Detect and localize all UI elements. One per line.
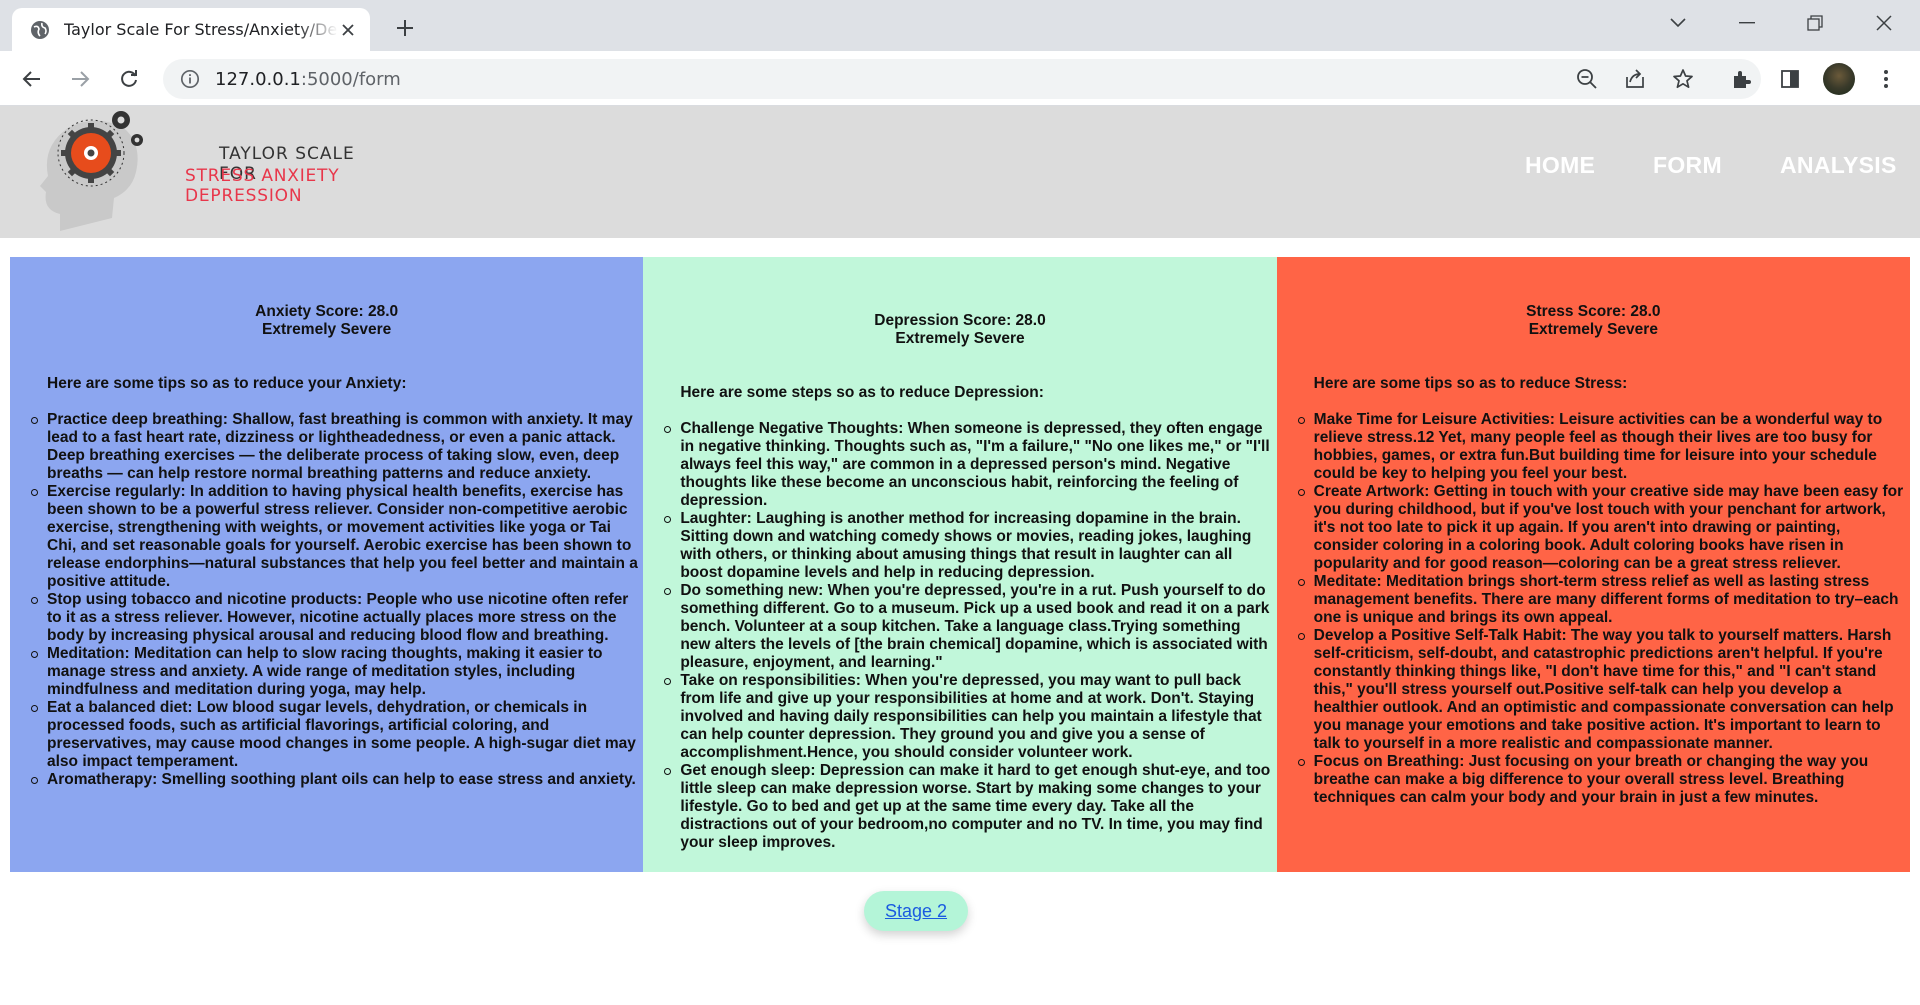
list-item: Stop using tobacco and nicotine products…	[30, 591, 641, 645]
list-item: Exercise regularly: In addition to havin…	[30, 483, 641, 591]
list-item: Aromatherapy: Smelling soothing plant oi…	[30, 771, 641, 789]
score-panels: Anxiety Score: 28.0 Extremely Severe Her…	[10, 257, 1910, 872]
list-item: Make Time for Leisure Activities: Leisur…	[1297, 411, 1908, 483]
stress-severity: Extremely Severe	[1528, 321, 1658, 338]
close-tab-icon[interactable]	[338, 20, 358, 40]
menu-kebab-icon[interactable]	[1870, 63, 1902, 95]
head-gears-logo-icon	[40, 111, 143, 231]
forward-icon[interactable]	[64, 63, 96, 95]
list-item: Create Artwork: Getting in touch with yo…	[1297, 483, 1908, 573]
url-host: 127.0.0.1	[215, 68, 301, 90]
depression-tips-heading: Here are some steps so as to reduce Depr…	[680, 384, 1044, 401]
minimize-icon[interactable]	[1723, 0, 1771, 45]
stress-score: Stress Score: 28.0 Extremely Severe	[1277, 303, 1910, 339]
list-item: Get enough sleep: Depression can make it…	[664, 762, 1274, 852]
anxiety-tips-heading: Here are some tips so as to reduce your …	[47, 375, 407, 392]
site-info-icon[interactable]	[179, 68, 201, 90]
share-icon[interactable]	[1619, 63, 1651, 95]
tab-search-icon[interactable]	[1654, 0, 1702, 45]
anxiety-score: Anxiety Score: 28.0 Extremely Severe	[10, 303, 643, 339]
reload-icon[interactable]	[113, 63, 145, 95]
list-item: Focus on Breathing: Just focusing on you…	[1297, 753, 1908, 807]
nav-form[interactable]: FORM	[1653, 152, 1722, 179]
list-item: Take on responsibilities: When you're de…	[664, 672, 1274, 762]
nav-home[interactable]: HOME	[1525, 152, 1595, 179]
nav-analysis[interactable]: ANALYSIS	[1780, 152, 1897, 179]
anxiety-severity: Extremely Severe	[262, 321, 392, 338]
depression-panel: Depression Score: 28.0 Extremely Severe …	[643, 257, 1277, 872]
tab-title: Taylor Scale For Stress/Anxiety/Depressi…	[64, 20, 338, 39]
stage-2-link[interactable]: Stage 2	[885, 901, 947, 922]
stress-tips-heading: Here are some tips so as to reduce Stres…	[1313, 375, 1628, 392]
stress-tips-list: Make Time for Leisure Activities: Leisur…	[1277, 411, 1910, 807]
list-item: Do something new: When you're depressed,…	[664, 582, 1274, 672]
profile-avatar[interactable]	[1823, 63, 1855, 95]
browser-tab[interactable]: Taylor Scale For Stress/Anxiety/Depressi…	[12, 8, 370, 51]
anxiety-score-value: Anxiety Score: 28.0	[255, 303, 399, 320]
url-path: :5000/form	[300, 68, 401, 90]
list-item: Develop a Positive Self-Talk Habit: The …	[1297, 627, 1908, 753]
depression-score-value: Depression Score: 28.0	[874, 312, 1046, 329]
browser-toolbar: 127.0.0.1:5000/form	[0, 51, 1920, 106]
new-tab-icon[interactable]	[390, 13, 420, 43]
list-item: Meditation: Meditation can help to slow …	[30, 645, 641, 699]
list-item: Challenge Negative Thoughts: When someon…	[664, 420, 1274, 510]
restore-icon[interactable]	[1791, 0, 1839, 45]
depression-severity: Extremely Severe	[895, 330, 1025, 347]
browser-tabstrip: Taylor Scale For Stress/Anxiety/Depressi…	[0, 0, 1920, 51]
bookmark-star-icon[interactable]	[1667, 63, 1699, 95]
logo-title-line2: STRESS ANXIETY DEPRESSION	[185, 166, 340, 206]
stress-score-value: Stress Score: 28.0	[1526, 303, 1661, 320]
list-item: Practice deep breathing: Shallow, fast b…	[30, 411, 641, 483]
side-panel-icon[interactable]	[1774, 63, 1806, 95]
back-icon[interactable]	[16, 63, 48, 95]
list-item: Meditate: Meditation brings short-term s…	[1297, 573, 1908, 627]
extensions-icon[interactable]	[1726, 63, 1758, 95]
list-item: Eat a balanced diet: Low blood sugar lev…	[30, 699, 641, 771]
address-bar[interactable]: 127.0.0.1:5000/form	[163, 59, 1761, 99]
site-logo[interactable]: TAYLOR SCALE FOR STRESS ANXIETY DEPRESSI…	[38, 106, 398, 236]
depression-score: Depression Score: 28.0 Extremely Severe	[643, 312, 1276, 348]
anxiety-panel: Anxiety Score: 28.0 Extremely Severe Her…	[10, 257, 644, 872]
stage-2-button[interactable]: Stage 2	[864, 891, 968, 931]
list-item: Laughter: Laughing is another method for…	[664, 510, 1274, 582]
close-window-icon[interactable]	[1860, 0, 1908, 45]
depression-tips-list: Challenge Negative Thoughts: When someon…	[643, 420, 1276, 852]
zoom-out-icon[interactable]	[1571, 63, 1603, 95]
globe-icon	[30, 20, 50, 40]
stress-panel: Stress Score: 28.0 Extremely Severe Here…	[1276, 257, 1910, 872]
anxiety-tips-list: Practice deep breathing: Shallow, fast b…	[10, 411, 643, 789]
site-header: TAYLOR SCALE FOR STRESS ANXIETY DEPRESSI…	[0, 106, 1920, 238]
url-text: 127.0.0.1:5000/form	[215, 69, 401, 90]
